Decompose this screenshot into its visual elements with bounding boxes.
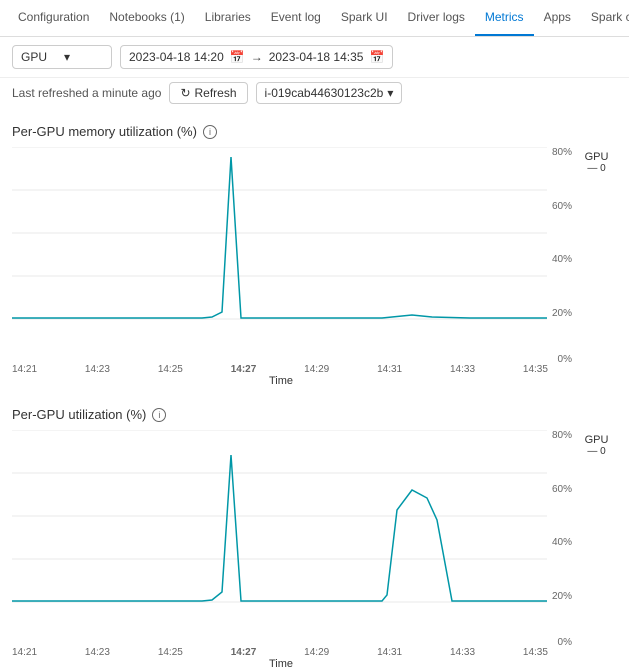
refresh-icon: ↻ <box>180 86 190 100</box>
tab-spark-cluster[interactable]: Spark cluster U <box>581 0 629 36</box>
date-start: 2023-04-18 14:20 <box>129 50 224 64</box>
chart2-y-0: 0% <box>558 637 572 648</box>
tab-notebooks[interactable]: Notebooks (1) <box>99 0 194 36</box>
tab-libraries[interactable]: Libraries <box>195 0 261 36</box>
chart2-x-1431: 14:31 <box>377 647 402 658</box>
arrow: → <box>251 50 263 64</box>
gpu-utilization-section: Per-GPU utilization (%) i 80% 60% 40% 20… <box>0 395 629 670</box>
chart2-title: Per-GPU utilization (%) i <box>12 407 617 422</box>
chart1-x-1427: 14:27 <box>231 364 257 375</box>
gpu-select-label: GPU <box>21 50 60 64</box>
chart1-title-text: Per-GPU memory utilization (%) <box>12 124 197 139</box>
chart1-y-0: 0% <box>558 354 572 365</box>
chart1-y-60: 60% <box>552 201 572 212</box>
chart2-svg <box>12 430 567 645</box>
chart2-x-1435: 14:35 <box>523 647 548 658</box>
chart1-legend: GPU — 0 <box>572 147 617 387</box>
chart2-x-1421: 14:21 <box>12 647 37 658</box>
chart2-title-text: Per-GPU utilization (%) <box>12 407 146 422</box>
chart1-x-1425: 14:25 <box>158 364 183 375</box>
chart1-x-1431: 14:31 <box>377 364 402 375</box>
tab-event-log[interactable]: Event log <box>261 0 331 36</box>
tab-spark-ui[interactable]: Spark UI <box>331 0 398 36</box>
tab-configuration[interactable]: Configuration <box>8 0 99 36</box>
date-range-picker[interactable]: 2023-04-18 14:20 📅 → 2023-04-18 14:35 📅 <box>120 45 393 69</box>
tab-metrics[interactable]: Metrics <box>475 0 534 36</box>
chart2-x-1429: 14:29 <box>304 647 329 658</box>
chevron-down-icon: ▾ <box>64 50 103 64</box>
chart1-info-icon[interactable]: i <box>203 125 217 139</box>
chart2-info-icon[interactable]: i <box>152 408 166 422</box>
chart2-legend-item: — 0 <box>576 446 617 457</box>
calendar-icon: 📅 <box>230 50 245 64</box>
instance-select[interactable]: i-019cab44630123c2b ▾ <box>256 82 403 104</box>
chart1-y-80: 80% <box>552 147 572 158</box>
chart2-y-20: 20% <box>552 591 572 602</box>
chart2-legend: GPU — 0 <box>572 430 617 670</box>
refresh-label: Refresh <box>195 86 237 100</box>
refresh-row: Last refreshed a minute ago ↻ Refresh i-… <box>0 78 629 112</box>
chart1-y-40: 40% <box>552 254 572 265</box>
chart1-x-axis: 14:21 14:23 14:25 14:27 14:29 14:31 14:3… <box>12 362 550 375</box>
chart1-area: 80% 60% 40% 20% 0% 14:21 14:23 14:25 14:… <box>12 147 617 387</box>
chart1-legend-title: GPU <box>576 151 617 163</box>
chart2-y-80: 80% <box>552 430 572 441</box>
chart2-x-1425: 14:25 <box>158 647 183 658</box>
memory-utilization-section: Per-GPU memory utilization (%) i 80% 60% <box>0 112 629 387</box>
chart1-svg-wrap: 80% 60% 40% 20% 0% 14:21 14:23 14:25 14:… <box>12 147 572 387</box>
calendar-icon-2: 📅 <box>369 50 384 64</box>
chart2-x-1423: 14:23 <box>85 647 110 658</box>
chart1-svg <box>12 147 567 362</box>
chart1-y-20: 20% <box>552 308 572 319</box>
last-refreshed-label: Last refreshed a minute ago <box>12 86 161 100</box>
chart1-x-1435: 14:35 <box>523 364 548 375</box>
instance-id: i-019cab44630123c2b <box>265 86 384 100</box>
toolbar: GPU ▾ 2023-04-18 14:20 📅 → 2023-04-18 14… <box>0 37 629 78</box>
chart2-x-1427: 14:27 <box>231 647 257 658</box>
refresh-button[interactable]: ↻ Refresh <box>169 82 247 104</box>
tab-apps[interactable]: Apps <box>534 0 581 36</box>
chart2-x-label: Time <box>12 658 550 670</box>
chart2-x-1433: 14:33 <box>450 647 475 658</box>
chart1-x-1429: 14:29 <box>304 364 329 375</box>
chart2-legend-title: GPU <box>576 434 617 446</box>
chevron-down-icon-2: ▾ <box>387 86 393 100</box>
chart2-svg-wrap: 80% 60% 40% 20% 0% 14:21 14:23 14:25 14:… <box>12 430 572 670</box>
nav-tabs: Configuration Notebooks (1) Libraries Ev… <box>0 0 629 37</box>
chart1-title: Per-GPU memory utilization (%) i <box>12 124 617 139</box>
tab-driver-logs[interactable]: Driver logs <box>398 0 475 36</box>
chart2-area: 80% 60% 40% 20% 0% 14:21 14:23 14:25 14:… <box>12 430 617 670</box>
chart1-x-label: Time <box>12 375 550 387</box>
chart1-x-1421: 14:21 <box>12 364 37 375</box>
chart2-y-60: 60% <box>552 484 572 495</box>
chart2-y-40: 40% <box>552 537 572 548</box>
chart1-legend-item: — 0 <box>576 163 617 174</box>
chart1-x-1423: 14:23 <box>85 364 110 375</box>
chart1-x-1433: 14:33 <box>450 364 475 375</box>
gpu-select[interactable]: GPU ▾ <box>12 45 112 69</box>
chart2-x-axis: 14:21 14:23 14:25 14:27 14:29 14:31 14:3… <box>12 645 550 658</box>
date-end: 2023-04-18 14:35 <box>269 50 364 64</box>
